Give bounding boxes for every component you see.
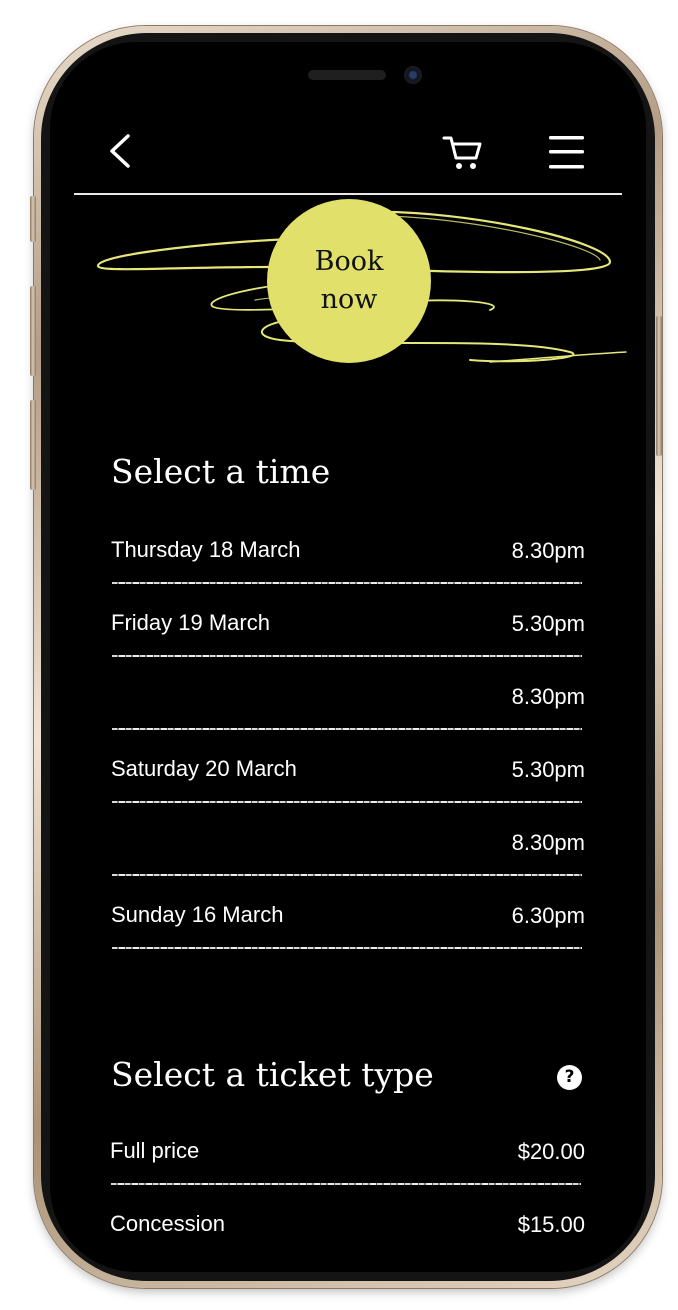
- row-divider: [111, 1183, 581, 1185]
- time-row-time: 8.30pm: [511, 684, 585, 709]
- chevron-left-icon: [110, 134, 130, 168]
- time-row-time: 6.30pm: [511, 903, 585, 928]
- back-button[interactable]: [106, 132, 140, 172]
- row-divider: [112, 655, 582, 657]
- ticket-row[interactable]: Full price $20.00: [109, 1138, 585, 1211]
- menu-button[interactable]: [548, 134, 586, 172]
- ticket-name: Full price: [110, 1138, 200, 1163]
- row-divider: [112, 874, 582, 876]
- ticket-price: $20.00: [517, 1139, 585, 1164]
- book-now-button[interactable]: Book now: [267, 199, 431, 363]
- time-row[interactable]: Sunday 16 March 6.30pm: [110, 902, 585, 975]
- volume-up-button: [30, 286, 36, 376]
- row-divider: [112, 728, 582, 730]
- time-row[interactable]: Thursday 18 March 8.30pm: [110, 537, 585, 610]
- select-ticket-type-heading: Select a ticket type: [111, 1055, 434, 1094]
- book-now-label-line1: Book: [314, 246, 384, 277]
- time-row[interactable]: 8.30pm: [110, 829, 585, 902]
- ticket-price: $15.00: [517, 1212, 585, 1237]
- ticket-row[interactable]: Concession $15.00: [109, 1211, 585, 1272]
- time-row-time: 5.30pm: [511, 757, 585, 782]
- select-time-heading: Select a time: [111, 452, 331, 491]
- cart-button[interactable]: [442, 134, 484, 172]
- time-row[interactable]: 8.30pm: [110, 683, 585, 756]
- time-row[interactable]: Friday 19 March 5.30pm: [110, 610, 585, 683]
- time-row-time: 8.30pm: [511, 538, 585, 563]
- time-row[interactable]: Saturday 20 March 5.30pm: [110, 756, 585, 829]
- time-row-day: Thursday 18 March: [111, 537, 301, 562]
- row-divider: [112, 947, 582, 949]
- power-button: [656, 316, 662, 456]
- time-row-time: 5.30pm: [511, 611, 585, 636]
- app-screen: Book now Select a time Thursday 18 March…: [50, 42, 646, 1272]
- time-row-day: Friday 19 March: [111, 610, 270, 635]
- mute-switch: [30, 196, 36, 242]
- time-row-time: 8.30pm: [511, 830, 585, 855]
- row-divider: [112, 801, 582, 803]
- book-now-label-line2: now: [320, 284, 378, 315]
- time-row-day: Saturday 20 March: [111, 756, 297, 781]
- cart-icon: [442, 136, 482, 169]
- help-icon[interactable]: ?: [557, 1065, 582, 1090]
- hamburger-menu-icon: [549, 136, 584, 169]
- ticket-name: Concession: [110, 1211, 225, 1236]
- front-camera: [404, 66, 422, 84]
- header-divider: [74, 193, 622, 195]
- row-divider: [112, 582, 582, 584]
- speaker-grille: [308, 70, 386, 80]
- volume-down-button: [30, 400, 36, 490]
- time-row-day: Sunday 16 March: [111, 902, 284, 927]
